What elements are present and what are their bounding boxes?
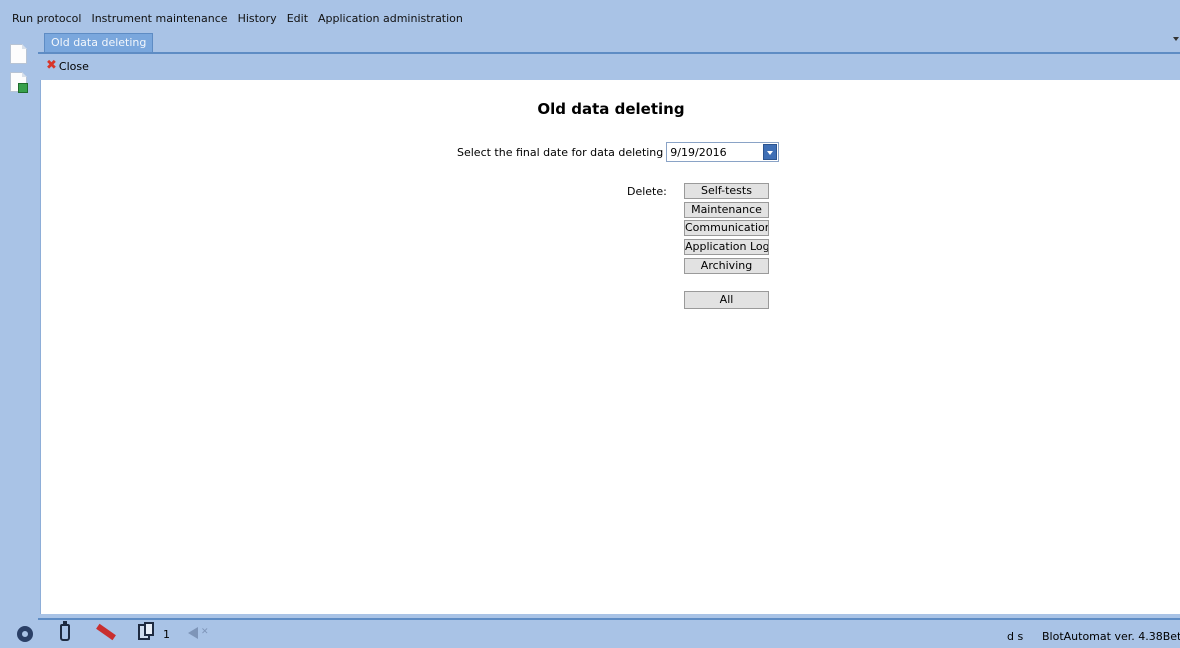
left-toolbar <box>0 30 38 618</box>
syringe-icon[interactable] <box>96 623 116 641</box>
document-icon[interactable] <box>10 44 27 64</box>
mute-x-icon: ✕ <box>201 627 209 637</box>
delete-maintenance-button[interactable]: Maintenance <box>684 202 769 218</box>
delete-all-button[interactable]: All <box>684 291 769 309</box>
chevron-down-icon[interactable] <box>763 144 778 160</box>
tab-strip-divider <box>38 52 1180 54</box>
menu-instrument-maintenance[interactable]: Instrument maintenance <box>86 0 232 26</box>
status-bar-divider <box>38 618 1180 620</box>
menu-history[interactable]: History <box>233 0 282 26</box>
gear-icon[interactable] <box>17 626 33 642</box>
tab-old-data-deleting[interactable]: Old data deleting <box>44 33 154 52</box>
close-icon: ✖ <box>46 58 57 73</box>
date-row: Select the final date for data deleting … <box>457 142 780 162</box>
menu-bar: Run protocol Instrument maintenance Hist… <box>0 0 1180 30</box>
date-label: Select the final date for data deleting <box>457 145 664 159</box>
status-bar: 1 ✕ d s BlotAutomat ver. 4.38Bet3 <box>0 618 1180 648</box>
delete-label: Delete: <box>627 185 667 198</box>
menu-run-protocol[interactable]: Run protocol <box>0 0 86 26</box>
menu-edit[interactable]: Edit <box>282 0 313 26</box>
final-date-picker[interactable]: 9/19/2016 <box>666 142 780 162</box>
delete-self-tests-button[interactable]: Self-tests <box>684 183 769 199</box>
date-value: 9/19/2016 <box>670 146 727 159</box>
menu-application-administration[interactable]: Application administration <box>313 0 468 26</box>
status-user: d s <box>1007 630 1024 643</box>
document-export-icon[interactable] <box>10 72 28 93</box>
delete-application-log-button[interactable]: Application Log <box>684 239 769 255</box>
chevron-down-icon[interactable] <box>1173 37 1179 41</box>
page-title: Old data deleting <box>537 100 685 118</box>
content-panel: Old data deleting Select the final date … <box>40 80 1180 614</box>
queue-count: 1 <box>163 628 170 641</box>
status-version: BlotAutomat ver. 4.38Bet3 <box>1042 630 1180 643</box>
speaker-muted-icon[interactable] <box>188 627 198 639</box>
command-bar: ✖ Close <box>40 56 1180 78</box>
delete-archiving-button[interactable]: Archiving <box>684 258 769 274</box>
delete-communication-button[interactable]: Communication <box>684 220 769 236</box>
bottle-icon[interactable] <box>60 621 70 641</box>
close-button[interactable]: ✖ Close <box>46 59 89 73</box>
close-label: Close <box>58 59 89 73</box>
documents-icon[interactable] <box>138 622 154 640</box>
